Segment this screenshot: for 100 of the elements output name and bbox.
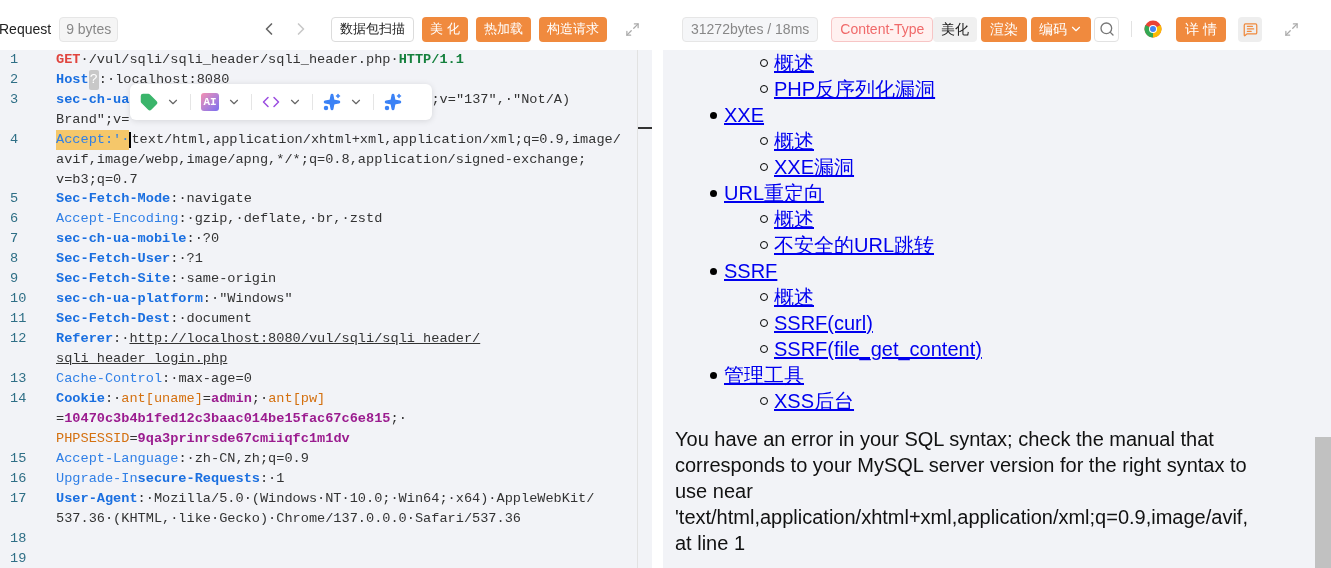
header-value: :·navigate <box>170 190 252 209</box>
bullet <box>710 267 717 275</box>
line-number: 7 <box>9 230 20 249</box>
header-value: ;· <box>251 390 269 409</box>
header-name: Referer <box>56 330 114 349</box>
nav-link[interactable]: XXE <box>724 102 765 128</box>
line-number: 4 <box>9 130 20 149</box>
size-badge: 9 bytes <box>59 16 119 42</box>
browser-icon[interactable] <box>1144 20 1163 38</box>
header-value: :·max-age=0 <box>162 370 252 389</box>
expand-icon[interactable] <box>625 21 640 37</box>
header-value: = <box>56 410 65 429</box>
line-number: 17 <box>9 489 28 508</box>
cookie-value: admin <box>211 390 252 409</box>
header-value: avif,image/webp,image/apng,*/*;q=0.8,application/signed-exchange; <box>56 150 587 169</box>
selected-text: Accept:'· <box>56 129 130 150</box>
header-name: Sec-Fetch-Site <box>56 270 171 289</box>
toolbar-button[interactable]: 数据包扫描 <box>331 16 415 42</box>
panel-title: Request <box>0 19 52 39</box>
line-number: 10 <box>9 290 28 309</box>
comment-icon <box>1242 21 1258 37</box>
nav-link[interactable]: XXE漏洞 <box>774 154 855 180</box>
comment-button[interactable] <box>1238 16 1263 42</box>
error-message: You have an error in your SQL syntax; check the manual that corresponds to your MySQL server version for the right syntax to use near 'text/html,application/xhtml+xml,application/xml;q=0.9,image/avif, at line 1 <box>674 427 1249 556</box>
header-name: Cookie <box>56 390 105 409</box>
header-value: ;v="137",·"Not/A) <box>431 90 571 109</box>
header-value: :·?0 <box>186 230 220 249</box>
nav-link[interactable]: URL重定向 <box>724 180 824 206</box>
line-number: 5 <box>9 190 20 209</box>
nav-link[interactable]: SSRF(file_get_content) <box>774 336 982 362</box>
header-name: Sec-Fetch-User <box>56 250 171 269</box>
nav-link[interactable]: 概述 <box>774 284 814 310</box>
line-number: 3 <box>9 91 20 109</box>
header-value: Brand";v= <box>56 110 130 129</box>
header-name: Host <box>56 70 89 89</box>
header-value: :·document <box>170 310 252 329</box>
header-value: 537.36·(KHTML,·like·Gecko)·Chrome/137.0.0.0·Safari/537.36 <box>56 509 521 528</box>
header-value: v=b3;q=0.7 <box>56 170 138 189</box>
sparkle-icon[interactable] <box>384 93 402 111</box>
header-value: :·same-origin <box>170 270 277 289</box>
header-value: :·gzip,·deflate,·br,·zstd <box>178 210 383 229</box>
referer-url[interactable]: http://localhost:8080/vul/sqli/sqli_header/ <box>129 329 481 350</box>
line-number: 8 <box>9 250 20 269</box>
header-name: Upgrade-In <box>56 469 138 488</box>
header-value: ;· <box>390 410 407 429</box>
stats-badge: 31272bytes / 18ms <box>682 16 819 42</box>
line-number: 19 <box>9 549 28 568</box>
nav-link[interactable]: 概述 <box>774 206 814 232</box>
text-cursor <box>129 131 132 148</box>
header-name: secure-Requests <box>137 469 260 488</box>
header-name: sec-ch-ua-platform <box>56 290 203 309</box>
header-name: sec-ch-ua <box>56 90 130 109</box>
http-version: HTTP/1.1 <box>398 50 464 69</box>
expand-icon[interactable] <box>1284 21 1300 37</box>
sparkle-icon[interactable] <box>323 93 341 111</box>
tag-icon[interactable] <box>140 93 158 111</box>
line-number: 16 <box>9 469 28 488</box>
nav-link[interactable]: XSS后台 <box>774 388 855 414</box>
header-name: Sec-Fetch-Mode <box>56 190 171 209</box>
nav-link[interactable]: 管理工具 <box>724 362 804 388</box>
nav-link[interactable]: 不安全的URL跳转 <box>774 232 934 258</box>
beautify-button[interactable]: 美化 <box>933 16 978 42</box>
header-value: :·Mozilla/5.0·(Windows·NT·10.0;·Win64;·x64)·AppleWebKit/ <box>137 489 595 508</box>
header-name: sec-ch-ua-mobile <box>56 230 187 249</box>
cookie-name: ant[pw] <box>268 390 326 409</box>
header-value: :·zh-CN,zh;q=0.9 <box>178 449 309 468</box>
nav-link[interactable]: PHP反序列化漏洞 <box>774 76 936 102</box>
cookie-name: ant[uname] <box>121 390 203 409</box>
nav-link[interactable]: 概述 <box>774 128 814 154</box>
search-button[interactable] <box>1094 16 1120 42</box>
header-name: Sec-Fetch-Dest <box>56 310 171 329</box>
header-value: :·localhost:8080 <box>98 70 230 89</box>
header-value: :·?1 <box>170 250 203 269</box>
line-number: 14 <box>9 390 28 409</box>
referer-url[interactable]: sqli_header_login.php <box>56 349 228 370</box>
nav-link[interactable]: 概述 <box>774 50 814 76</box>
header-value: :·"Windows" <box>202 290 293 309</box>
cookie-value: 10470c3b4b1fed12c3baac014be15fac67c6e815 <box>64 410 391 429</box>
line-number: 12 <box>9 330 28 349</box>
header-name: Cache-Control <box>56 370 163 389</box>
help-badge: ? <box>88 69 99 90</box>
header-value: = <box>129 429 138 448</box>
bullet <box>710 371 717 379</box>
nav-link[interactable]: SSRF(curl) <box>774 310 873 336</box>
cookie-value: 9qa3prinrsde67cmiiqfc1m1dv <box>137 429 350 448</box>
header-value: text/html,application/xhtml+xml,application/xml;q=0.9,image/ <box>131 130 621 149</box>
header-value: :· <box>104 390 122 409</box>
header-value: :· <box>113 330 130 349</box>
line-number: 9 <box>9 270 20 289</box>
cookie-name: PHPSESSID <box>56 429 130 448</box>
header-name: Accept-Language <box>56 449 179 468</box>
line-number: 11 <box>9 310 28 329</box>
line-number: 13 <box>9 370 28 389</box>
search-icon <box>1098 21 1115 37</box>
nav-link[interactable]: SSRF <box>724 258 778 284</box>
header-value: = <box>202 390 212 409</box>
line-number: 15 <box>9 449 28 468</box>
line-number: 2 <box>9 71 20 89</box>
header-value: :·1 <box>259 469 285 488</box>
line-number: 18 <box>9 529 28 548</box>
